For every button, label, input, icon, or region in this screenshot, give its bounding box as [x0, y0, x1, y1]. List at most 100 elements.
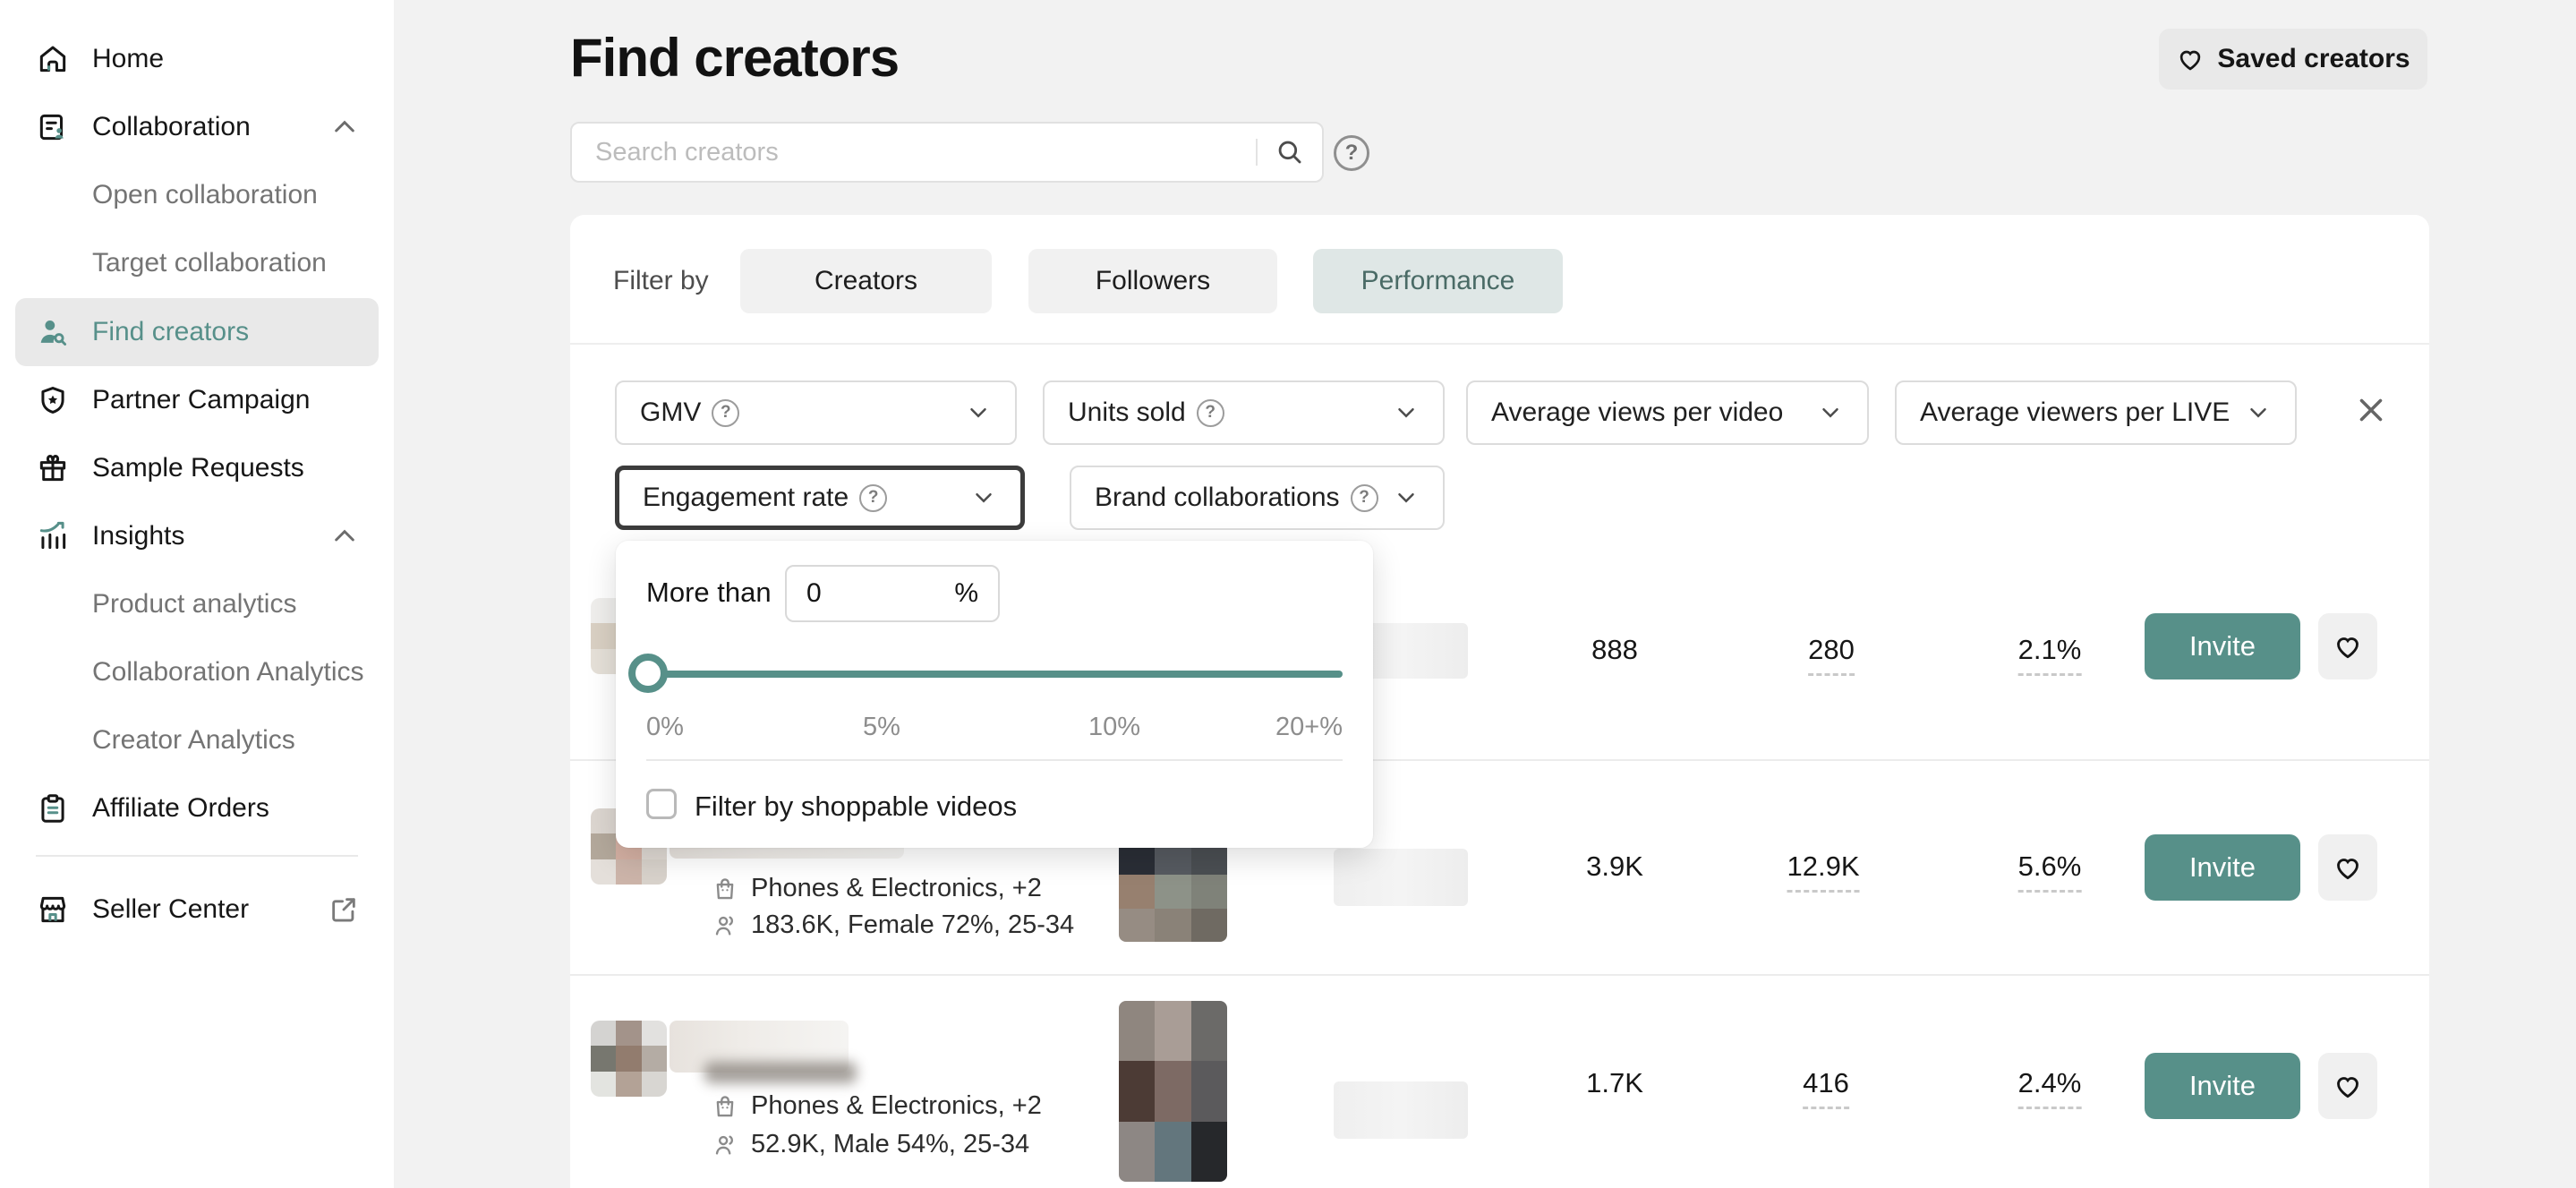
filter-chip-engagement-rate[interactable]: Engagement rate ? — [615, 466, 1025, 530]
sidebar-divider — [36, 855, 358, 857]
sidebar-item-target-collaboration[interactable]: Target collaboration — [15, 229, 379, 297]
external-link-icon — [328, 894, 359, 925]
creator-categories: Phones & Electronics, +2 — [712, 1091, 1042, 1121]
sidebar-item-label: Collaboration — [92, 112, 251, 142]
audience-icon — [712, 912, 738, 939]
metric-value[interactable]: 416 — [1803, 1067, 1849, 1109]
sidebar-item-label: Find creators — [92, 317, 249, 347]
sidebar-item-home[interactable]: Home — [15, 25, 379, 93]
chevron-down-icon — [1393, 399, 1420, 426]
creator-avatar[interactable] — [591, 1021, 667, 1097]
creator-audience: 52.9K, Male 54%, 25-34 — [712, 1130, 1029, 1159]
slider-tick: 20+% — [1275, 713, 1343, 742]
metric-value[interactable]: 12.9K — [1787, 850, 1859, 893]
help-icon[interactable]: ? — [1334, 135, 1369, 171]
invite-button[interactable]: Invite — [2145, 613, 2300, 679]
sidebar-item-product-analytics[interactable]: Product analytics — [15, 570, 379, 638]
sidebar-item-label: Target collaboration — [92, 248, 327, 278]
filter-chip-brand-collaborations[interactable]: Brand collaborations ? — [1070, 466, 1445, 530]
favorite-button[interactable] — [2318, 613, 2377, 679]
engagement-value: 0 — [806, 578, 954, 609]
sidebar-item-label: Collaboration Analytics — [92, 657, 364, 688]
sidebar-item-seller-center[interactable]: Seller Center — [15, 876, 379, 944]
tab-followers[interactable]: Followers — [1028, 249, 1277, 313]
tab-creators[interactable]: Creators — [740, 249, 992, 313]
sidebar-item-label: Product analytics — [92, 589, 296, 620]
audience-icon — [712, 1132, 738, 1158]
favorite-button[interactable] — [2318, 1053, 2377, 1119]
filters-and-results-card: Filter by Creators Followers Performance… — [570, 215, 2429, 1188]
slider-tick: 0% — [646, 713, 684, 742]
tab-label: Performance — [1361, 266, 1515, 296]
chevron-down-icon — [1393, 484, 1420, 511]
engagement-rate-popover: More than 0 % 0% 5% 10% 20+% Filter by s… — [616, 541, 1373, 848]
creator-audience: 183.6K, Female 72%, 25-34 — [712, 910, 1074, 940]
sidebar-item-sample-requests[interactable]: Sample Requests — [15, 434, 379, 502]
shoppable-videos-checkbox[interactable] — [646, 789, 677, 819]
saved-creators-label: Saved creators — [2217, 44, 2410, 74]
chip-label: Average views per video — [1491, 397, 1783, 428]
metric-value[interactable]: 2.1% — [2018, 634, 2082, 676]
percent-unit: % — [954, 578, 978, 609]
invite-button[interactable]: Invite — [2145, 1053, 2300, 1119]
saved-creators-button[interactable]: Saved creators — [2159, 29, 2427, 90]
sidebar-item-collaboration[interactable]: Collaboration — [15, 93, 379, 161]
card-divider — [570, 343, 2429, 345]
sidebar-item-find-creators[interactable]: Find creators — [15, 298, 379, 366]
shoppable-videos-label[interactable]: Filter by shoppable videos — [695, 791, 1017, 823]
heart-icon — [2333, 1071, 2363, 1101]
slider-tick: 5% — [863, 713, 900, 742]
trend-sparkline — [1334, 849, 1468, 906]
chip-label: Units sold — [1068, 397, 1186, 428]
tab-performance[interactable]: Performance — [1313, 249, 1563, 313]
shopping-bag-icon — [712, 1093, 738, 1120]
chevron-up-icon[interactable] — [330, 113, 359, 141]
chevron-down-icon — [1817, 399, 1844, 426]
home-icon — [35, 41, 71, 77]
sidebar: Home Collaboration Open collaboration Ta… — [0, 0, 394, 1188]
engagement-slider-track[interactable] — [646, 671, 1343, 678]
filter-chip-gmv[interactable]: GMV ? — [615, 380, 1017, 445]
sidebar-item-collaboration-analytics[interactable]: Collaboration Analytics — [15, 638, 379, 706]
favorite-button[interactable] — [2318, 834, 2377, 901]
shopping-bag-icon — [712, 876, 738, 902]
sidebar-item-label: Creator Analytics — [92, 725, 295, 756]
sidebar-item-partner-campaign[interactable]: Partner Campaign — [15, 366, 379, 434]
sidebar-item-label: Partner Campaign — [92, 385, 310, 415]
storefront-icon — [35, 892, 71, 927]
sidebar-item-label: Insights — [92, 521, 184, 551]
filter-chip-average-viewers[interactable]: Average viewers per LIVE — [1895, 380, 2297, 445]
engagement-value-input[interactable]: 0 % — [785, 565, 1000, 622]
creator-categories: Phones & Electronics, +2 — [712, 874, 1042, 903]
video-thumbnail[interactable] — [1119, 1001, 1227, 1182]
chevron-down-icon — [2245, 399, 2272, 426]
filter-chip-average-views[interactable]: Average views per video — [1466, 380, 1869, 445]
engagement-slider-handle[interactable] — [628, 654, 668, 693]
search-input[interactable] — [572, 138, 1256, 167]
metric-value[interactable]: 2.4% — [2018, 1067, 2082, 1109]
sidebar-item-creator-analytics[interactable]: Creator Analytics — [15, 706, 379, 774]
gift-icon — [35, 450, 71, 486]
chip-label: Brand collaborations — [1095, 483, 1340, 513]
video-thumbnail[interactable] — [1119, 842, 1227, 942]
shield-star-icon — [35, 382, 71, 418]
creator-categories-text: Phones & Electronics, +2 — [751, 874, 1042, 903]
filter-chip-units-sold[interactable]: Units sold ? — [1043, 380, 1445, 445]
tab-label: Followers — [1096, 266, 1210, 296]
close-filters-icon[interactable] — [2351, 391, 2391, 431]
page-title: Find creators — [570, 27, 899, 89]
trend-sparkline — [1334, 1081, 1468, 1139]
invite-button[interactable]: Invite — [2145, 834, 2300, 901]
chevron-up-icon[interactable] — [330, 522, 359, 551]
metric-value[interactable]: 280 — [1808, 634, 1855, 676]
chevron-down-icon — [970, 484, 997, 511]
chip-label: Engagement rate — [643, 483, 849, 513]
sidebar-item-open-collaboration[interactable]: Open collaboration — [15, 161, 379, 229]
sidebar-item-label: Seller Center — [92, 894, 249, 925]
sidebar-item-affiliate-orders[interactable]: Affiliate Orders — [15, 774, 379, 842]
sidebar-item-insights[interactable]: Insights — [15, 502, 379, 570]
tab-label: Creators — [815, 266, 917, 296]
clipboard-icon — [35, 791, 71, 826]
metric-value[interactable]: 5.6% — [2018, 850, 2082, 893]
search-icon[interactable] — [1258, 137, 1322, 167]
